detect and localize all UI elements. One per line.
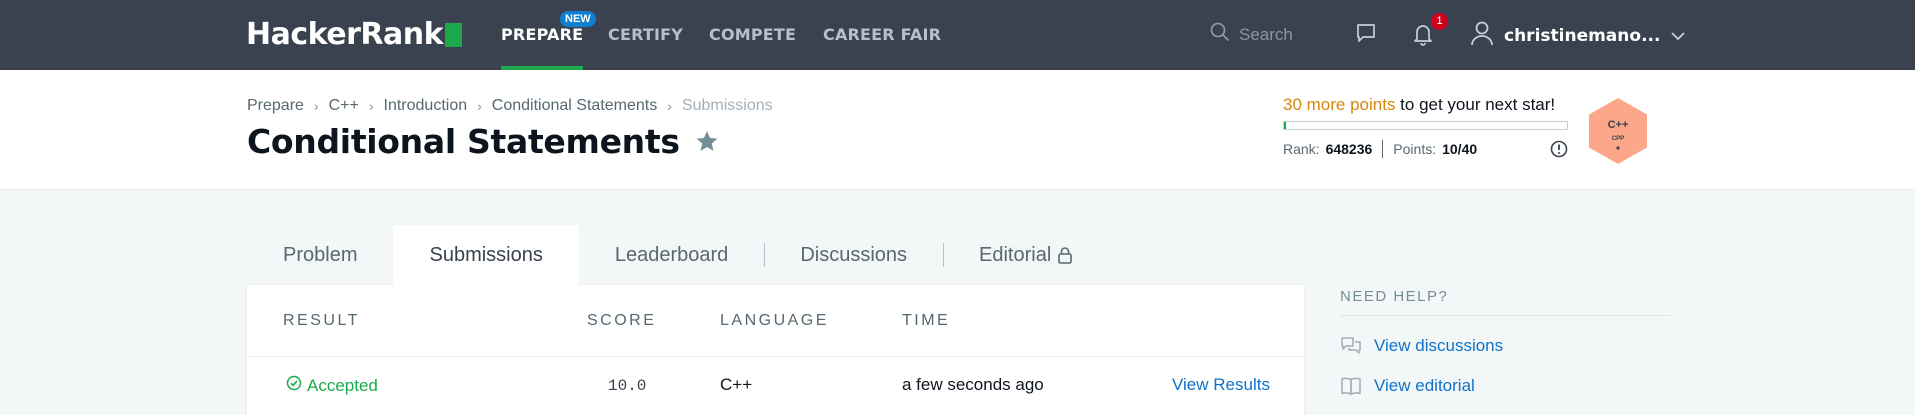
breadcrumb-conditional-statements[interactable]: Conditional Statements (492, 97, 657, 115)
points-value: 10/40 (1442, 141, 1478, 157)
username: christinemano... (1504, 25, 1661, 46)
cpp-star-badge[interactable]: C++ CPP (1587, 97, 1649, 170)
lock-icon (1057, 246, 1073, 264)
star-progress-bar (1283, 121, 1568, 130)
stars-progress: 30 more points to get your next star! (1283, 95, 1568, 130)
messages-icon[interactable] (1355, 22, 1377, 49)
notification-count-badge: 1 (1431, 13, 1448, 30)
tab-divider (764, 243, 766, 267)
language-cell: C++ (720, 375, 753, 394)
user-avatar-icon (1470, 20, 1494, 51)
view-results-link[interactable]: View Results (1172, 375, 1270, 395)
chevron-down-icon (1670, 26, 1686, 46)
bookmark-star-icon[interactable] (694, 129, 720, 154)
chevron-right-icon: › (313, 98, 319, 114)
view-discussions-link[interactable]: View discussions (1340, 336, 1670, 356)
rank-divider (1382, 140, 1384, 158)
new-badge: NEW (560, 11, 596, 27)
nav-certify-label: CERTIFY (608, 25, 684, 44)
breadcrumb-cpp[interactable]: C++ (329, 97, 359, 115)
header-language: LANGUAGE (720, 312, 829, 329)
search-box[interactable]: Search (1210, 22, 1293, 47)
score-cell: 10.0 (608, 377, 647, 395)
page-title: Conditional Statements (247, 122, 680, 161)
nav-career-fair-label: CAREER FAIR (823, 25, 942, 44)
need-help-title: NEED HELP? (1340, 288, 1670, 316)
info-icon[interactable] (1550, 140, 1568, 161)
nav-prepare-label: PREPARE (501, 25, 584, 44)
badge-star-dot (1616, 146, 1620, 150)
top-navbar: HackerRank PREPARE NEW CERTIFY COMPETE C… (0, 0, 1915, 70)
book-icon (1340, 376, 1362, 396)
badge-line1: C++ (1608, 119, 1629, 131)
user-menu[interactable]: christinemano... (1470, 20, 1686, 51)
chevron-right-icon: › (667, 98, 672, 114)
chevron-right-icon: › (477, 98, 482, 114)
tab-problem[interactable]: Problem (247, 225, 393, 285)
view-editorial-label: View editorial (1374, 376, 1475, 395)
stars-message: 30 more points to get your next star! (1283, 95, 1568, 115)
table-divider (247, 356, 1304, 357)
rank-value: 648236 (1325, 141, 1373, 157)
badge-line2: CPP (1612, 136, 1624, 142)
breadcrumb-prepare[interactable]: Prepare (247, 97, 304, 115)
page-title-row: Conditional Statements (247, 122, 720, 161)
tab-leaderboard-label: Leaderboard (614, 243, 729, 266)
tab-submissions-label: Submissions (429, 243, 543, 266)
header-score: SCORE (587, 312, 657, 329)
tab-divider (943, 243, 945, 267)
nav-certify[interactable]: CERTIFY (608, 25, 683, 70)
view-discussions-label: View discussions (1374, 336, 1504, 355)
tab-discussions[interactable]: Discussions (764, 225, 943, 285)
result-cell: Accepted (286, 375, 378, 396)
logo-block-icon (445, 22, 463, 47)
view-editorial-link[interactable]: View editorial (1340, 376, 1670, 396)
nav-prepare[interactable]: PREPARE (501, 25, 584, 70)
tab-leaderboard[interactable]: Leaderboard (579, 225, 764, 285)
challenge-tabs: Problem Submissions Leaderboard Discussi… (247, 225, 1109, 285)
stars-message-rest: to get your next star! (1395, 95, 1556, 114)
need-help-panel: NEED HELP? View discussions View editori… (1340, 288, 1670, 396)
search-input[interactable]: Search (1239, 25, 1293, 45)
points-needed: 30 more points (1283, 95, 1396, 114)
rank-points-row: Rank: 648236 Points: 10/40 (1283, 140, 1568, 158)
tab-submissions[interactable]: Submissions (393, 225, 579, 285)
result-status: Accepted (307, 375, 378, 395)
breadcrumb: Prepare › C++ › Introduction › Condition… (247, 97, 773, 115)
search-icon (1210, 22, 1230, 47)
star-progress-fill (1284, 122, 1287, 129)
nav-career-fair[interactable]: CAREER FAIR (823, 25, 941, 70)
nav-compete-label: COMPETE (709, 25, 797, 44)
rank-label: Rank: (1283, 141, 1320, 157)
hackerrank-logo[interactable]: HackerRank (246, 17, 463, 52)
submissions-table: RESULT SCORE LANGUAGE TIME Accepted 10.0… (247, 285, 1304, 415)
time-cell: a few seconds ago (902, 375, 1044, 394)
header-result: RESULT (283, 312, 360, 329)
challenge-header: Prepare › C++ › Introduction › Condition… (0, 70, 1915, 190)
logo-text: HackerRank (246, 17, 444, 52)
header-time: TIME (902, 312, 951, 329)
tab-editorial[interactable]: Editorial (943, 225, 1109, 285)
tab-discussions-label: Discussions (800, 243, 908, 266)
tab-editorial-label: Editorial (979, 243, 1052, 266)
breadcrumb-introduction[interactable]: Introduction (384, 97, 468, 115)
discussions-icon (1340, 336, 1362, 356)
points-label: Points: (1393, 141, 1437, 157)
breadcrumb-submissions: Submissions (681, 97, 773, 114)
notifications-bell-icon[interactable] (1412, 22, 1434, 51)
nav-compete[interactable]: COMPETE (709, 25, 796, 70)
tab-problem-label: Problem (283, 243, 358, 266)
check-circle-icon (286, 375, 302, 396)
chevron-right-icon: › (368, 98, 374, 114)
